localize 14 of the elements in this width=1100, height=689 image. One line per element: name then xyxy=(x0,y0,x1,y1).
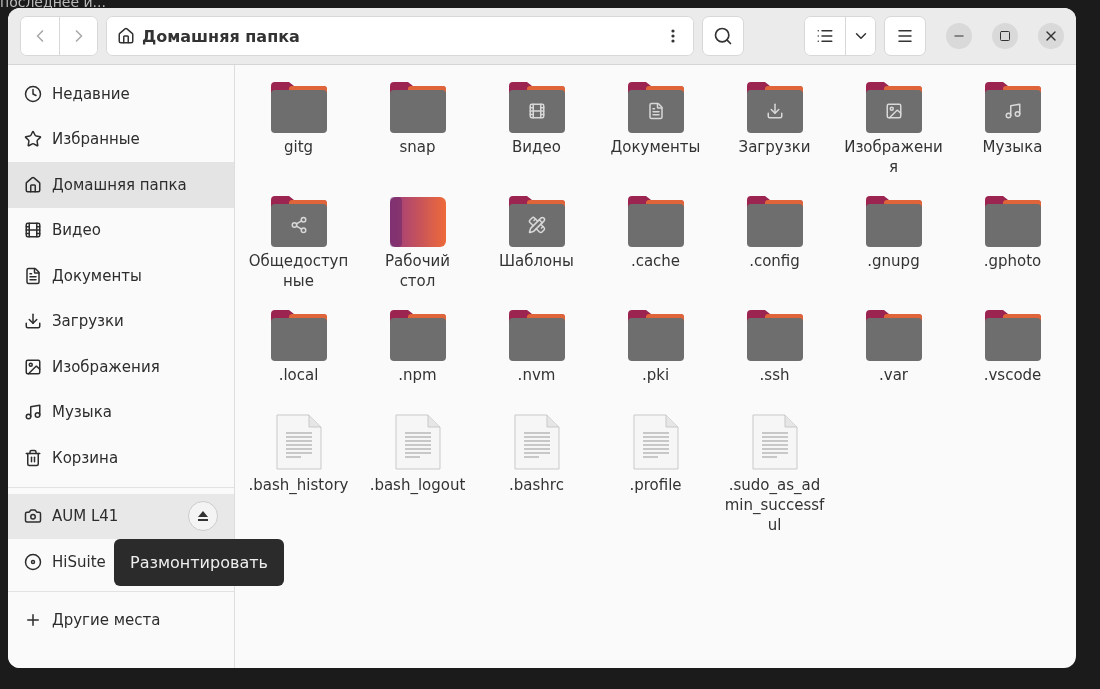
sidebar-label: Корзина xyxy=(52,448,119,467)
sidebar-label: Видео xyxy=(52,221,101,240)
desktop-text: последнее и... xyxy=(0,0,106,10)
sidebar-label: AUM L41 xyxy=(52,507,119,526)
sidebar-label: Документы xyxy=(52,266,142,285)
sidebar-label: Недавние xyxy=(52,84,130,103)
sidebar-label: Избранные xyxy=(52,130,140,149)
tooltip: Размонтировать xyxy=(114,539,284,586)
sidebar-label: Другие места xyxy=(52,611,161,630)
sidebar-label: HiSuite xyxy=(52,552,106,571)
sidebar-label: Загрузки xyxy=(52,312,124,331)
sidebar-label: Музыка xyxy=(52,403,112,422)
sidebar-label: Домашняя папка xyxy=(52,175,187,194)
sidebar-label: Изображения xyxy=(52,357,160,376)
